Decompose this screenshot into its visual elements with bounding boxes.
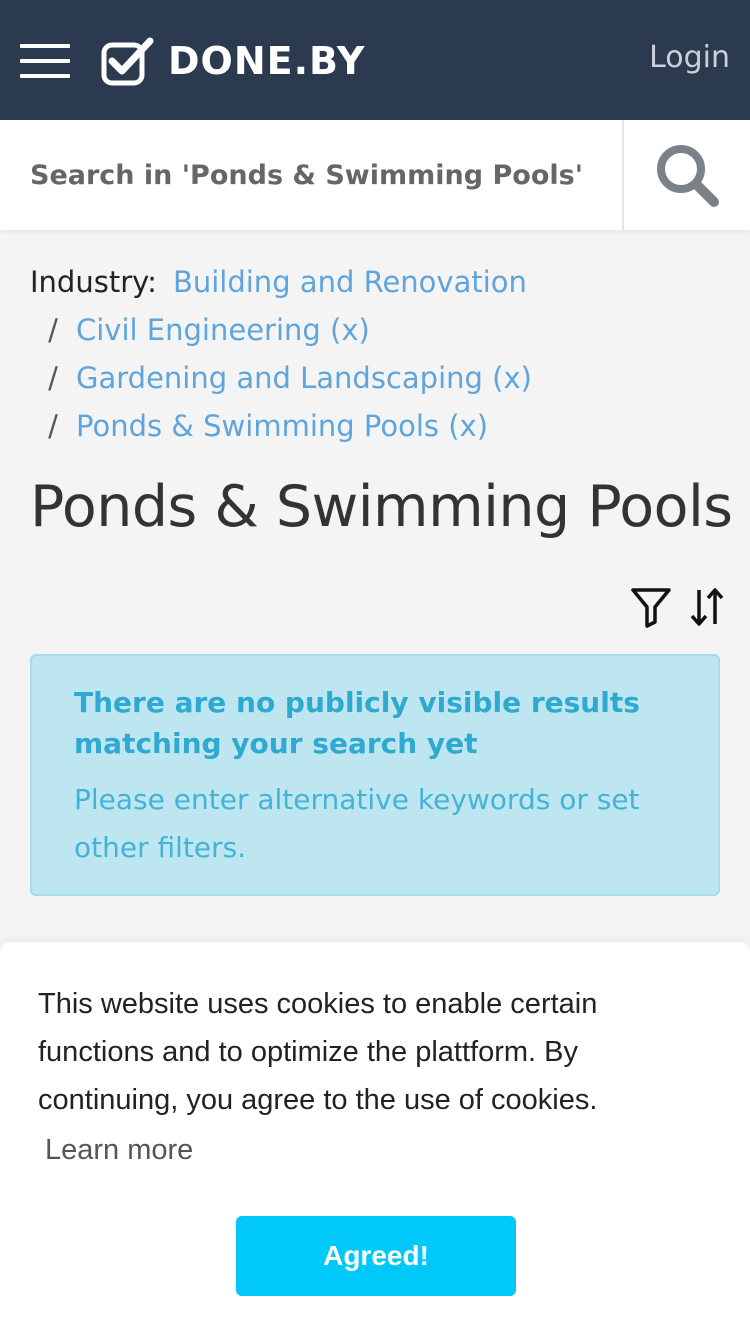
cookie-banner: This website uses cookies to enable cert… (0, 942, 750, 1334)
agree-button[interactable]: Agreed! (236, 1216, 516, 1296)
search-input[interactable] (0, 120, 622, 230)
page-title: Ponds & Swimming Pools (30, 474, 733, 540)
alert-title: There are no publicly visible results ma… (74, 686, 640, 760)
login-link[interactable]: Login (649, 40, 730, 75)
sort-button[interactable] (684, 584, 730, 630)
alert-message: Please enter alternative keywords or set… (74, 783, 640, 864)
search-button[interactable] (624, 120, 750, 230)
brand-logo[interactable]: DONE.BY (100, 36, 365, 86)
breadcrumb: Industry: Building and Renovation / Civi… (30, 258, 532, 450)
brand-name: DONE.BY (168, 39, 366, 83)
filter-button[interactable] (628, 584, 674, 630)
breadcrumb-link-ponds-pools[interactable]: Ponds & Swimming Pools (x) (76, 402, 488, 450)
search-icon (657, 145, 719, 207)
sort-icon (690, 588, 724, 626)
breadcrumb-link-building-renovation[interactable]: Building and Renovation (173, 258, 527, 306)
learn-more-link[interactable]: Learn more (45, 1134, 193, 1167)
filter-icon (631, 588, 671, 628)
cookie-message: This website uses cookies to enable cert… (38, 988, 598, 1116)
breadcrumb-separator: / (48, 409, 58, 443)
menu-icon[interactable] (20, 44, 70, 78)
breadcrumb-separator: / (48, 313, 58, 347)
search-bar (0, 120, 750, 230)
breadcrumb-label: Industry: (30, 265, 157, 299)
breadcrumb-separator: / (48, 361, 58, 395)
breadcrumb-link-civil-engineering[interactable]: Civil Engineering (x) (76, 306, 370, 354)
breadcrumb-link-gardening-landscaping[interactable]: Gardening and Landscaping (x) (76, 354, 532, 402)
checkbox-logo-icon (101, 37, 154, 86)
no-results-alert: There are no publicly visible results ma… (30, 654, 720, 896)
top-navbar: DONE.BY Login (0, 0, 750, 120)
